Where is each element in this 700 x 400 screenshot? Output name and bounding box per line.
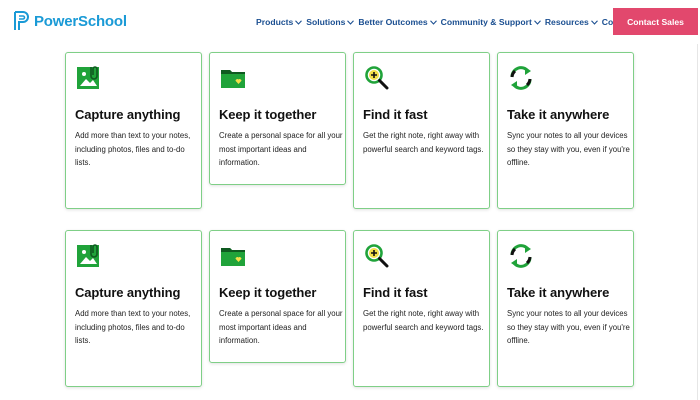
nav-item-better-outcomes[interactable]: Better Outcomes: [358, 17, 437, 27]
search-plus-icon: [365, 66, 389, 90]
chevron-down-icon: [295, 19, 303, 25]
chevron-down-icon: [429, 19, 437, 25]
card-title: Find it fast: [363, 107, 428, 122]
attachment-photo-icon: [77, 66, 99, 89]
page-edge-divider: [697, 44, 698, 400]
card-title: Take it anywhere: [507, 107, 610, 122]
sync-icon: [510, 66, 532, 90]
site-header: PowerSchool Products Solutions Better Ou…: [0, 0, 700, 44]
chevron-down-icon: [533, 19, 541, 25]
card-description: Get the right note, right away with powe…: [363, 131, 484, 154]
feature-card-capture: Capture anything Add more than text to y…: [65, 230, 202, 387]
main-nav: Products Solutions Better Outcomes Commu…: [256, 17, 654, 27]
card-description: Create a personal space for all your mos…: [219, 309, 343, 345]
feature-card-capture: Capture anything Add more than text to y…: [65, 52, 202, 209]
card-description: Sync your notes to all your devices so t…: [507, 131, 630, 167]
logo[interactable]: PowerSchool: [12, 10, 127, 32]
card-description: Sync your notes to all your devices so t…: [507, 309, 630, 345]
card-title: Keep it together: [219, 107, 317, 122]
card-description: Get the right note, right away with powe…: [363, 309, 484, 332]
nav-label: Resources: [544, 17, 589, 27]
card-description: Add more than text to your notes, includ…: [75, 131, 191, 167]
contact-sales-button[interactable]: Contact Sales: [613, 8, 698, 35]
chevron-down-icon: [590, 19, 598, 25]
logo-text: PowerSchool: [34, 12, 127, 30]
card-description: Create a personal space for all your mos…: [219, 131, 343, 167]
card-description: Add more than text to your notes, includ…: [75, 309, 191, 345]
card-title: Take it anywhere: [507, 285, 610, 300]
nav-item-resources[interactable]: Resources: [545, 17, 598, 27]
card-title: Keep it together: [219, 285, 317, 300]
nav-item-products[interactable]: Products: [256, 17, 303, 27]
feature-card-find-fast: Find it fast Get the right note, right a…: [353, 52, 490, 209]
powerschool-logo-icon: [14, 11, 29, 30]
folder-heart-icon: [221, 70, 245, 88]
card-title: Find it fast: [363, 285, 428, 300]
feature-card-keep-together: Keep it together Create a personal space…: [209, 230, 346, 363]
nav-item-solutions[interactable]: Solutions: [306, 17, 355, 27]
nav-label: Products: [256, 17, 294, 27]
nav-label: Community & Support: [440, 17, 532, 27]
search-plus-icon: [365, 244, 389, 268]
card-title: Capture anything: [75, 285, 181, 300]
feature-card-find-fast: Find it fast Get the right note, right a…: [353, 230, 490, 387]
attachment-photo-icon: [77, 244, 99, 267]
feature-card-take-anywhere: Take it anywhere Sync your notes to all …: [497, 230, 634, 387]
nav-label: Better Outcomes: [358, 17, 428, 27]
card-title: Capture anything: [75, 107, 181, 122]
chevron-down-icon: [347, 19, 355, 25]
feature-card-take-anywhere: Take it anywhere Sync your notes to all …: [497, 52, 634, 209]
nav-label: Solutions: [306, 17, 346, 27]
feature-card-keep-together: Keep it together Create a personal space…: [209, 52, 346, 185]
sync-icon: [510, 244, 532, 268]
nav-item-community-support[interactable]: Community & Support: [441, 17, 541, 27]
folder-heart-icon: [221, 248, 245, 266]
